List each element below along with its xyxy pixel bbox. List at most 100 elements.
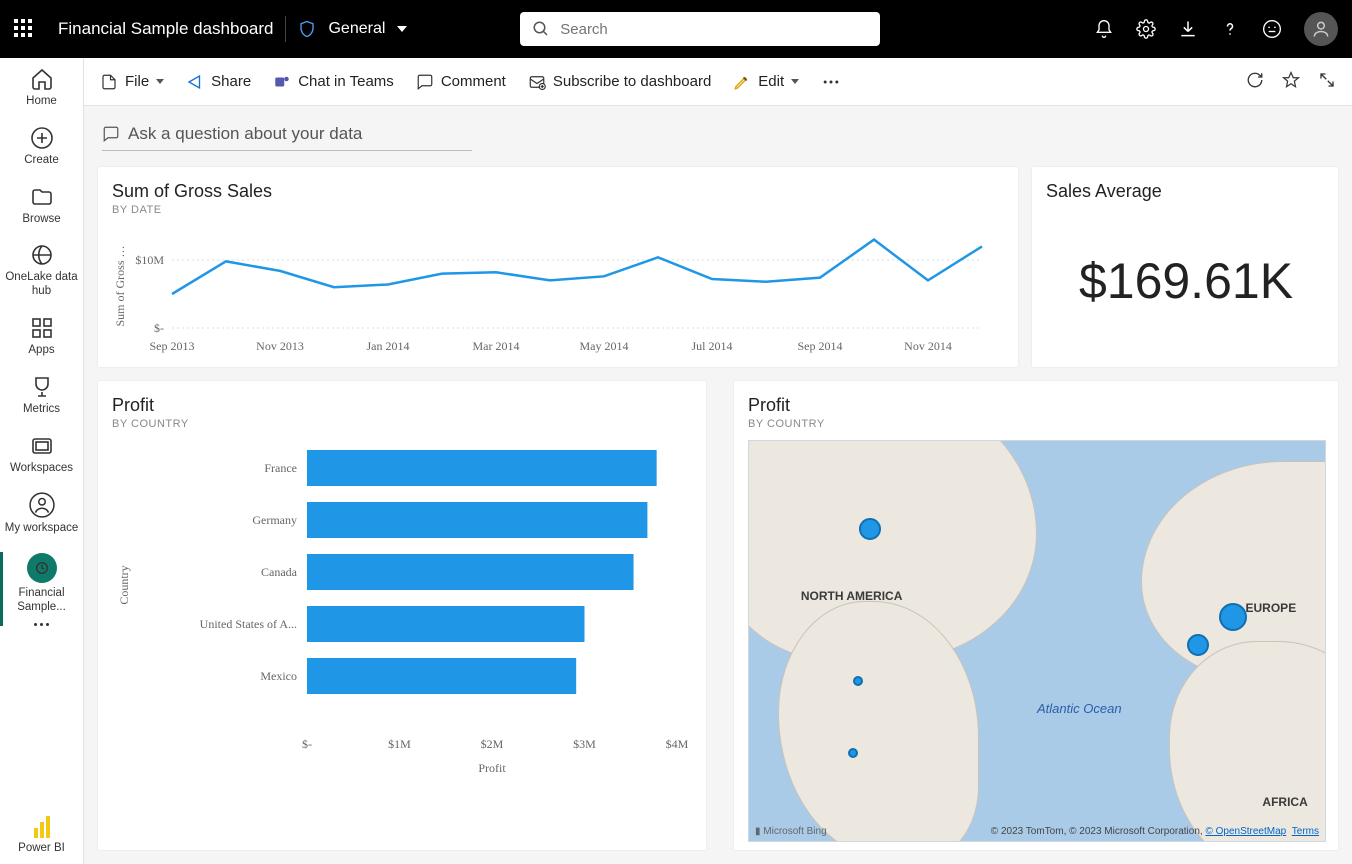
fullscreen-icon[interactable]	[1318, 71, 1336, 93]
app-launcher-icon[interactable]	[14, 19, 34, 39]
nav-label: OneLake data hub	[0, 271, 83, 299]
svg-text:$2M: $2M	[481, 737, 504, 751]
favorite-icon[interactable]	[1282, 71, 1300, 93]
subscribe-button[interactable]: Subscribe to dashboard	[528, 73, 711, 91]
edit-button[interactable]: Edit	[733, 73, 799, 91]
svg-text:May 2014: May 2014	[580, 339, 629, 353]
terms-link[interactable]: Terms	[1292, 826, 1319, 837]
qa-placeholder: Ask a question about your data	[128, 124, 362, 144]
tile-title: Sum of Gross Sales	[112, 181, 1006, 202]
share-button[interactable]: Share	[186, 73, 251, 91]
nav-browse[interactable]: Browse	[0, 176, 83, 235]
nav-label: Power BI	[18, 842, 65, 856]
search-icon	[532, 20, 550, 38]
account-avatar[interactable]	[1304, 12, 1338, 46]
more-icon[interactable]	[34, 623, 49, 626]
tile-sales-average[interactable]: Sales Average $169.61K	[1032, 167, 1338, 367]
svg-text:Profit: Profit	[478, 761, 506, 775]
tile-subtitle: BY COUNTRY	[112, 418, 694, 430]
nav-workspaces[interactable]: Workspaces	[0, 425, 83, 484]
nav-metrics[interactable]: Metrics	[0, 366, 83, 425]
svg-text:$3M: $3M	[573, 737, 596, 751]
nav-my-workspace[interactable]: My workspace	[0, 483, 83, 544]
chat-teams-button[interactable]: Chat in Teams	[273, 73, 394, 91]
map-label-ocean: Atlantic Ocean	[1037, 701, 1122, 716]
bar-chart: France Germany Canada United States of A...…	[112, 430, 694, 842]
svg-text:France: France	[264, 461, 297, 475]
svg-text:$4M: $4M	[666, 737, 689, 751]
settings-icon[interactable]	[1136, 19, 1156, 39]
svg-text:$1M: $1M	[388, 737, 411, 751]
map-marker[interactable]	[859, 518, 881, 540]
tile-profit-map[interactable]: Profit BY COUNTRY NORTH AMERICA EUROPE A…	[734, 381, 1338, 850]
map-credits: © 2023 TomTom, © 2023 Microsoft Corporat…	[991, 826, 1319, 837]
nav-powerbi[interactable]: Power BI	[0, 807, 83, 864]
sensitivity-shield-icon	[298, 19, 316, 39]
share-label: Share	[211, 73, 251, 90]
nav-label: Workspaces	[10, 462, 73, 476]
more-options[interactable]	[821, 72, 841, 92]
svg-text:$-: $-	[302, 737, 312, 751]
search-box[interactable]	[520, 12, 880, 46]
svg-text:$10M: $10M	[135, 253, 164, 267]
workspace-icon	[27, 553, 57, 583]
svg-text:United States of A...: United States of A...	[200, 617, 297, 631]
chat-icon	[102, 125, 120, 143]
content-area: File Share Chat in Teams Comment Subscri…	[84, 58, 1352, 864]
svg-text:Germany: Germany	[252, 513, 297, 527]
qa-box[interactable]: Ask a question about your data	[102, 120, 472, 151]
line-chart: $-$10MSum of Gross …Sep 2013Nov 2013Jan …	[112, 216, 1006, 361]
download-icon[interactable]	[1178, 19, 1198, 39]
svg-text:Sep 2013: Sep 2013	[150, 339, 195, 353]
left-nav: Home Create Browse OneLake data hub Apps…	[0, 58, 84, 864]
top-bar: Financial Sample dashboard General	[0, 0, 1352, 58]
nav-apps[interactable]: Apps	[0, 307, 83, 366]
kpi-value: $169.61K	[1046, 202, 1326, 359]
comment-label: Comment	[441, 73, 506, 90]
svg-text:Nov 2013: Nov 2013	[256, 339, 304, 353]
svg-text:Nov 2014: Nov 2014	[904, 339, 952, 353]
map-marker[interactable]	[1219, 603, 1247, 631]
svg-text:Mar 2014: Mar 2014	[473, 339, 520, 353]
nav-label: Financial Sample...	[0, 587, 83, 615]
nav-onelake[interactable]: OneLake data hub	[0, 234, 83, 307]
nav-label: My workspace	[5, 522, 79, 536]
notifications-icon[interactable]	[1094, 19, 1114, 39]
nav-label: Apps	[28, 344, 54, 358]
tile-gross-sales[interactable]: Sum of Gross Sales BY DATE $-$10MSum of …	[98, 167, 1018, 367]
nav-label: Home	[26, 95, 57, 109]
chevron-down-icon	[791, 79, 799, 84]
file-menu[interactable]: File	[100, 73, 164, 91]
map-marker[interactable]	[848, 748, 858, 758]
help-icon[interactable]	[1220, 19, 1240, 39]
osm-link[interactable]: © OpenStreetMap	[1205, 826, 1286, 837]
edit-label: Edit	[758, 73, 784, 90]
feedback-icon[interactable]	[1262, 19, 1282, 39]
svg-text:$-: $-	[154, 321, 164, 335]
tile-subtitle: BY DATE	[112, 204, 1006, 216]
nav-financial-sample[interactable]: Financial Sample...	[0, 544, 83, 634]
chat-label: Chat in Teams	[298, 73, 394, 90]
nav-home[interactable]: Home	[0, 58, 83, 117]
tile-profit-bar[interactable]: Profit BY COUNTRY France Germany Canada Uni…	[98, 381, 706, 850]
map-brand: ▮ Microsoft Bing	[755, 826, 827, 837]
refresh-icon[interactable]	[1246, 71, 1264, 93]
svg-text:Jul 2014: Jul 2014	[691, 339, 732, 353]
subscribe-label: Subscribe to dashboard	[553, 73, 711, 90]
map-visual[interactable]: NORTH AMERICA EUROPE AFRICA Atlantic Oce…	[748, 440, 1326, 842]
nav-label: Create	[24, 154, 59, 168]
nav-create[interactable]: Create	[0, 117, 83, 176]
chevron-down-icon[interactable]	[397, 26, 407, 32]
search-input[interactable]	[560, 21, 868, 38]
chevron-down-icon	[156, 79, 164, 84]
svg-text:Mexico: Mexico	[260, 669, 297, 683]
comment-button[interactable]: Comment	[416, 73, 506, 91]
map-label-na: NORTH AMERICA	[801, 589, 903, 603]
separator	[285, 16, 286, 42]
svg-text:Country: Country	[117, 565, 131, 604]
svg-text:Canada: Canada	[261, 565, 298, 579]
sensitivity-label[interactable]: General	[328, 20, 385, 38]
tile-title: Profit	[748, 395, 1326, 416]
svg-text:Sep 2014: Sep 2014	[798, 339, 843, 353]
tile-subtitle: BY COUNTRY	[748, 418, 1326, 430]
